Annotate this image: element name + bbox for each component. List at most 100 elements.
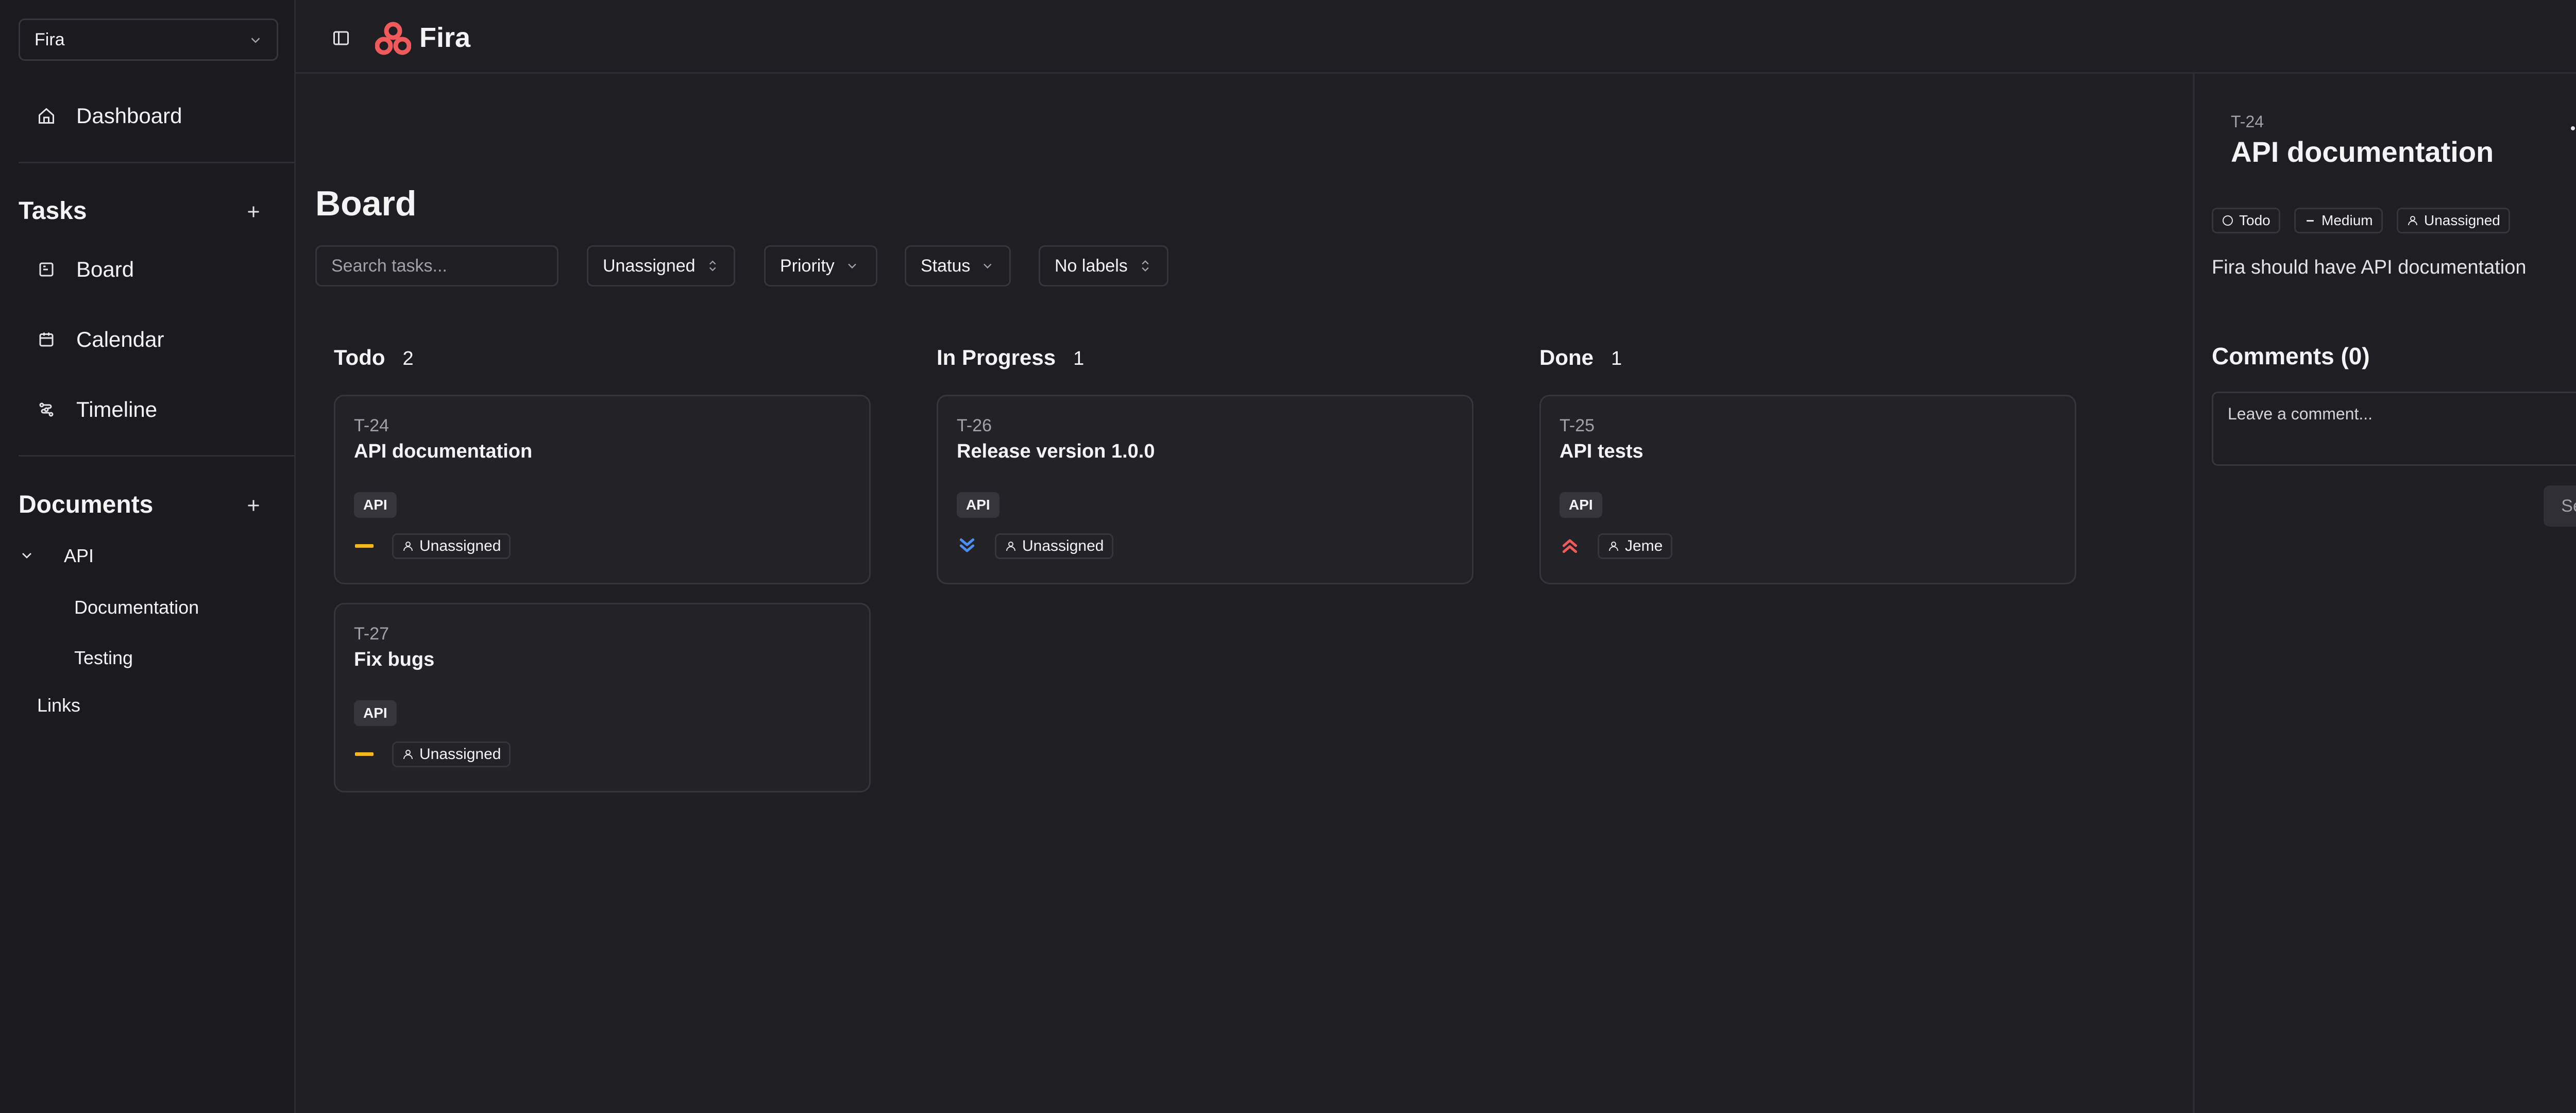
column-header-done: Done 1 bbox=[1539, 345, 1622, 370]
assignee-filter-label: Unassigned bbox=[603, 256, 696, 276]
detail-priority-chip[interactable]: Medium bbox=[2294, 208, 2383, 233]
task-id: T-24 bbox=[354, 416, 389, 435]
sidebar-item-calendar[interactable]: Calendar bbox=[19, 316, 278, 363]
comment-input[interactable] bbox=[2212, 392, 2576, 466]
task-id: T-25 bbox=[1560, 416, 1595, 435]
add-document-icon[interactable] bbox=[244, 496, 263, 515]
user-icon bbox=[1609, 542, 1618, 551]
detail-priority-label: Medium bbox=[2321, 212, 2373, 228]
priority-filter-label: Priority bbox=[780, 256, 835, 276]
labels-filter-label: No labels bbox=[1055, 256, 1128, 276]
chevrons-up-down-icon bbox=[1142, 260, 1149, 272]
sidebar-toggle-icon[interactable] bbox=[332, 29, 350, 47]
app-name: Fira bbox=[419, 22, 471, 53]
column-title: In Progress bbox=[937, 345, 1056, 369]
column-count: 1 bbox=[1611, 348, 1622, 369]
sidebar-item-label: Dashboard bbox=[76, 104, 182, 128]
task-card-t-24[interactable]: T-24 API documentation API Unassigned bbox=[334, 395, 871, 584]
task-label: API bbox=[1560, 492, 1602, 518]
task-id: T-26 bbox=[957, 416, 992, 435]
task-card-t-27[interactable]: T-27 Fix bugs API Unassigned bbox=[334, 603, 871, 792]
sidebar-item-board[interactable]: Board bbox=[19, 246, 278, 293]
fira-logo-icon bbox=[375, 22, 411, 55]
column-header-todo: Todo 2 bbox=[334, 345, 414, 370]
detail-status-label: Todo bbox=[2239, 212, 2270, 228]
assignee-chip[interactable]: Unassigned bbox=[392, 741, 511, 767]
user-icon bbox=[403, 750, 413, 760]
priority-medium-icon bbox=[2307, 220, 2314, 222]
labels-filter[interactable]: No labels bbox=[1039, 245, 1168, 286]
document-folder-api[interactable]: API bbox=[64, 545, 94, 567]
chevron-down-icon bbox=[984, 263, 992, 269]
assignee-name: Unassigned bbox=[419, 537, 501, 554]
calendar-icon bbox=[39, 332, 54, 347]
chevron-down-icon[interactable] bbox=[19, 547, 35, 564]
detail-status-chip[interactable]: Todo bbox=[2212, 208, 2280, 233]
task-card-t-25[interactable]: T-25 API tests API Jeme bbox=[1539, 395, 2076, 584]
user-icon bbox=[403, 542, 413, 551]
more-options-icon[interactable] bbox=[2570, 122, 2576, 135]
task-title: API documentation bbox=[354, 441, 533, 462]
assignee-name: Jeme bbox=[1625, 537, 1663, 554]
workspace-select[interactable]: Fira bbox=[19, 19, 278, 61]
chevron-down-icon bbox=[848, 263, 856, 269]
assignee-name: Unassigned bbox=[1022, 537, 1104, 554]
sidebar-divider bbox=[19, 162, 295, 163]
status-circle-icon bbox=[2223, 215, 2233, 226]
status-filter-label: Status bbox=[921, 256, 971, 276]
top-header: Fira bbox=[296, 0, 2576, 74]
priority-filter[interactable]: Priority bbox=[764, 245, 877, 286]
column-title: Done bbox=[1539, 345, 1594, 369]
priority-high-icon bbox=[1562, 539, 1578, 553]
home-icon bbox=[39, 108, 54, 124]
tasks-heading: Tasks bbox=[19, 197, 87, 225]
column-header-in-progress: In Progress 1 bbox=[937, 345, 1084, 370]
sidebar-item-dashboard[interactable]: Dashboard bbox=[19, 93, 278, 139]
task-label: API bbox=[957, 492, 999, 518]
task-title: API tests bbox=[1560, 441, 1643, 462]
task-title: Fix bugs bbox=[354, 649, 435, 670]
chevrons-up-down-icon bbox=[709, 260, 716, 272]
column-count: 1 bbox=[1073, 348, 1084, 369]
task-id: T-27 bbox=[354, 624, 389, 644]
documents-heading: Documents bbox=[19, 491, 154, 518]
board-icon bbox=[39, 262, 54, 277]
add-task-icon[interactable] bbox=[244, 203, 263, 221]
detail-task-id: T-24 bbox=[2231, 112, 2264, 131]
priority-medium-icon bbox=[355, 544, 374, 548]
detail-assignee-label: Unassigned bbox=[2424, 212, 2500, 228]
assignee-chip[interactable]: Unassigned bbox=[995, 533, 1114, 559]
assignee-chip[interactable]: Jeme bbox=[1598, 533, 1673, 559]
priority-low-icon bbox=[959, 538, 975, 552]
user-icon bbox=[1006, 542, 1015, 551]
assignee-chip[interactable]: Unassigned bbox=[392, 533, 511, 559]
timeline-icon bbox=[39, 402, 54, 417]
search-input[interactable] bbox=[315, 245, 558, 286]
priority-medium-icon bbox=[355, 752, 374, 756]
user-icon bbox=[2408, 216, 2417, 226]
document-item-documentation[interactable]: Documentation bbox=[74, 597, 199, 618]
status-filter[interactable]: Status bbox=[905, 245, 1011, 286]
sidebar-item-label: Board bbox=[76, 257, 134, 281]
task-card-t-26[interactable]: T-26 Release version 1.0.0 API Unassigne… bbox=[937, 395, 1473, 584]
sidebar-item-timeline[interactable]: Timeline bbox=[19, 386, 278, 433]
workspace-select-value: Fira bbox=[35, 29, 65, 49]
column-title: Todo bbox=[334, 345, 385, 369]
document-item-links[interactable]: Links bbox=[37, 695, 80, 716]
sidebar-item-label: Timeline bbox=[76, 397, 158, 421]
document-item-testing[interactable]: Testing bbox=[74, 647, 133, 669]
sidebar-divider bbox=[19, 455, 295, 457]
send-comment-button[interactable]: Send bbox=[2544, 485, 2576, 527]
assignee-filter[interactable]: Unassigned bbox=[587, 245, 735, 286]
page-title: Board bbox=[315, 184, 417, 223]
column-count: 2 bbox=[402, 348, 414, 369]
assignee-name: Unassigned bbox=[419, 746, 501, 763]
comments-heading: Comments (0) bbox=[2212, 343, 2370, 369]
sidebar: Fira Dashboard Tasks Board Calendar Time… bbox=[0, 0, 296, 1113]
detail-description: Fira should have API documentation bbox=[2212, 257, 2527, 278]
chevron-down-icon bbox=[251, 38, 260, 43]
sidebar-item-label: Calendar bbox=[76, 327, 164, 351]
task-label: API bbox=[354, 700, 397, 726]
task-title: Release version 1.0.0 bbox=[957, 441, 1155, 462]
detail-assignee-chip[interactable]: Unassigned bbox=[2397, 208, 2510, 233]
